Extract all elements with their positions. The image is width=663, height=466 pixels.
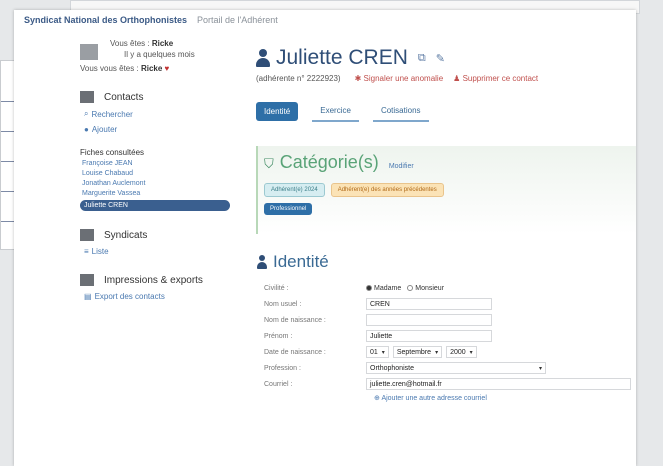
tab-cotisations[interactable]: Cotisations [372,101,429,122]
identite-form: Civilité : Madame Monsieur Nom usuel : C… [264,280,636,402]
add-email-link[interactable]: ⊕ Ajouter une autre adresse courriel [374,394,636,402]
category-tag: Adhérent(e) des années précédentes [330,183,444,197]
sidebar-item-liste[interactable]: ≡ Liste [80,247,240,256]
section-syndicats[interactable]: Syndicats [80,229,240,241]
breadcrumb: Syndicat National des Orthophonistes Por… [14,10,636,30]
export-icon: ▤ [84,292,92,301]
categories-panel: ⛉ Catégorie(s) Modifier Adhérent(e) 2024… [256,146,636,234]
chevron-down-icon: ▾ [381,349,385,356]
add-icon: ● [84,125,89,134]
fiche-link-active[interactable]: Juliette CREN [80,200,230,211]
tags-icon: ⛉ [264,156,274,171]
chevron-down-icon: ▾ [435,349,439,356]
fiche-link[interactable]: Jonathan Auclemont [80,180,240,187]
chevron-down-icon: ▾ [469,349,473,356]
user-status: Vous vous êtes : Ricke ♥ [80,64,170,73]
radio-madame[interactable]: Madame [366,285,401,292]
categories-title: Catégorie(s) [279,152,379,172]
category-tag: Professionnel [264,203,313,215]
fiche-link[interactable]: Françoise JEAN [80,160,240,167]
report-anomaly-link[interactable]: ✱ Signaler une anomalie [355,74,444,83]
user-block: Vous êtes : Ricke Il y a quelques mois [80,38,240,60]
user-since: Il y a quelques mois [124,50,195,59]
email-field[interactable]: juliette.cren@hotmail.fr [366,378,631,390]
section-exports[interactable]: Impressions & exports [80,274,240,286]
identite-title: Identité [273,252,329,271]
fiches-header: Fiches consultées [80,148,145,157]
sidebar-item-rechercher[interactable]: ⌕ Rechercher [80,109,240,119]
tab-identite[interactable]: Identité [256,102,299,121]
prenom-field[interactable]: Juliette [366,330,492,342]
contacts-icon [80,91,94,103]
search-icon: ⌕ [84,109,89,118]
chevron-down-icon: ▾ [538,365,542,372]
birth-year-select[interactable]: 2000 ▾ [446,346,477,358]
delete-contact-link[interactable]: ♟ Supprimer ce contact [453,74,538,83]
page-title: Juliette CREN [276,46,408,69]
edit-categories-link[interactable]: Modifier [389,163,414,170]
radio-monsieur[interactable]: Monsieur [407,285,444,292]
user-name[interactable]: Ricke [152,39,173,48]
user-label: Vous êtes : [110,39,150,48]
app-window: Syndicat National des Orthophonistes Por… [14,10,636,466]
tab-bar: Identité Exercice Cotisations [256,101,636,122]
heart-icon: ♥ [164,64,170,73]
copy-icon[interactable]: ⧉ [418,52,426,65]
profession-select[interactable]: Orthophoniste ▾ [366,362,546,374]
sidebar-item-export[interactable]: ▤ Export des contacts [80,292,240,301]
syndicats-icon [80,229,94,241]
main-content: Juliette CREN ⧉ ✎ (adhérente n° 2222923)… [256,46,636,402]
edit-icon[interactable]: ✎ [436,52,445,65]
member-number: (adhérente n° 2222923) [256,74,341,83]
avatar [80,44,98,60]
user-icon [256,49,270,67]
sidebar-item-ajouter[interactable]: ● Ajouter [80,125,240,134]
birth-day-select[interactable]: 01 ▾ [366,346,389,358]
sidebar: Vous êtes : Ricke Il y a quelques mois V… [80,38,240,301]
birth-month-select[interactable]: Septembre ▾ [392,346,443,358]
user-icon [256,255,268,269]
portal-link[interactable]: Portail de l'Adhérent [197,15,278,25]
category-tag: Adhérent(e) 2024 [264,183,325,197]
nom-naissance-field[interactable] [366,314,492,326]
section-contacts[interactable]: Contacts [80,91,240,103]
fiche-link[interactable]: Louise Chabaud [80,170,240,177]
list-icon: ≡ [84,247,89,256]
brand-link[interactable]: Syndicat National des Orthophonistes [24,15,187,25]
nom-usuel-field[interactable]: CREN [366,298,492,310]
tab-exercice[interactable]: Exercice [312,101,359,122]
fiche-link[interactable]: Marguerite Vassea [80,190,240,197]
print-icon [80,274,94,286]
